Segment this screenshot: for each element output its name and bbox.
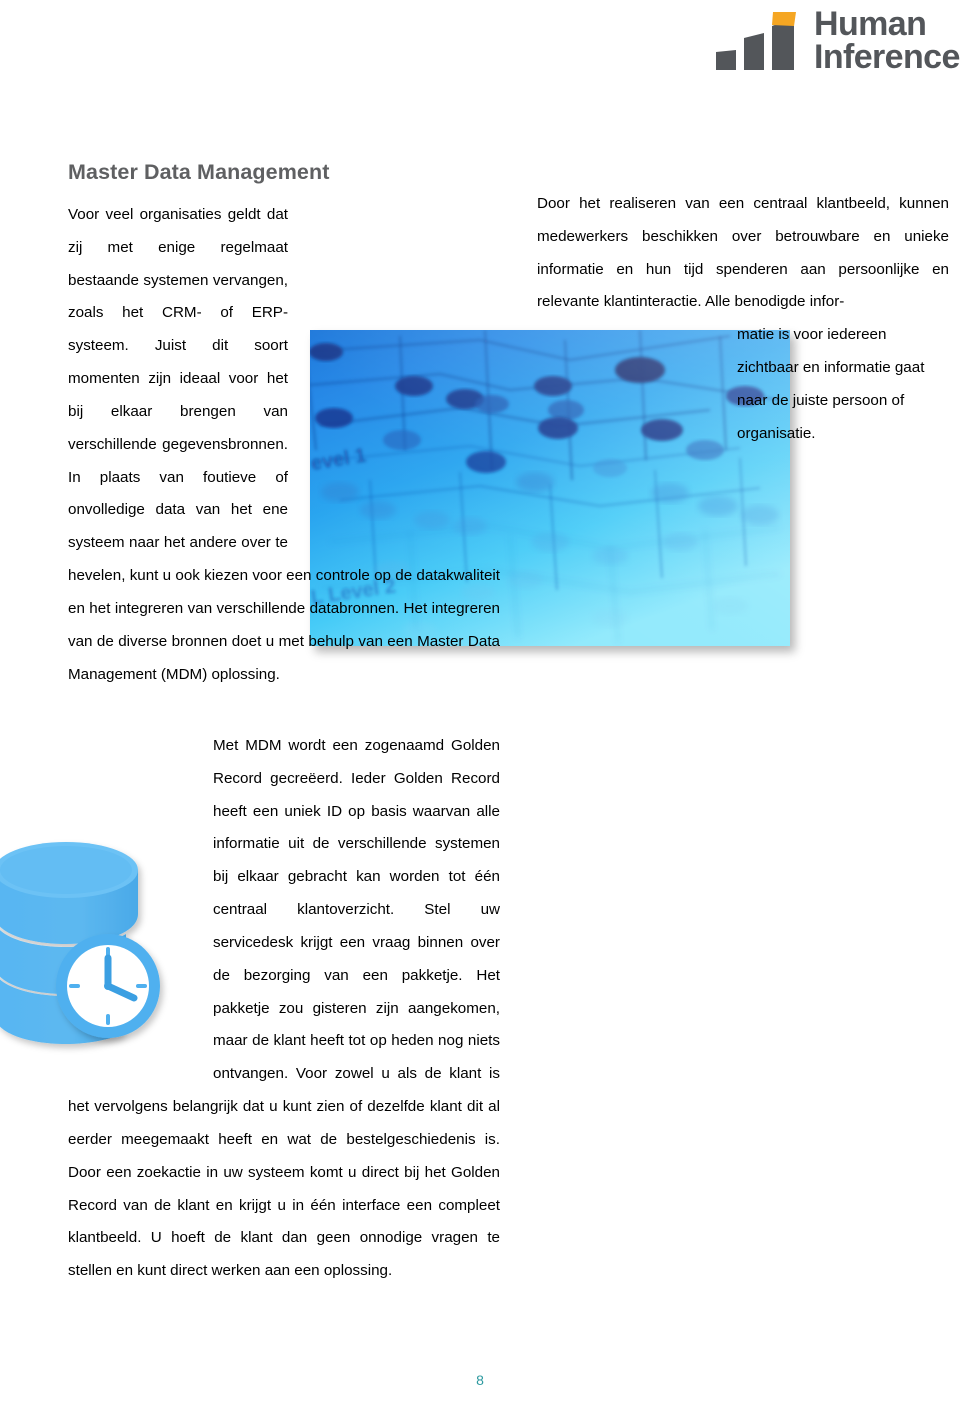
database-clock-icon [0,818,172,1100]
logo-line-human: Human [814,5,927,43]
right-column-body-part2: matie is voor iedereen zichtbaar en info… [737,326,925,442]
logo-line-inference: Inference [814,38,960,77]
page-title: Master Data Management [68,160,330,184]
right-column-body-part1: Door het realiseren van een centraal kla… [537,195,949,311]
company-logo: Human Inference [714,7,960,80]
left-column: Master Data Management Voor veel organis… [68,160,500,691]
right-column: Door het realiseren van een centraal kla… [537,188,949,451]
bar-chart-logo-icon [714,12,806,72]
page-number: 8 [476,1372,484,1388]
document-page: Human Inference Master Data Management V… [0,0,960,1415]
logo-wordmark: Human Inference [814,5,960,77]
network-image-wrap-spacer [302,211,500,529]
